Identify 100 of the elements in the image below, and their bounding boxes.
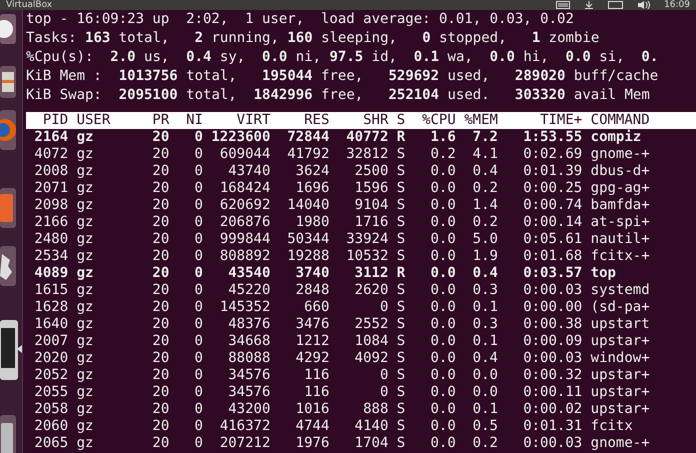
table-cell-text: S <box>396 214 406 231</box>
table-cell-text: 0:00.14 <box>522 214 582 231</box>
summary-line: Tasks: 163 total, 2 running, 160 sleeping, 0 stopped, 1 zombie <box>26 29 600 48</box>
table-cell-text: upstar+ <box>590 384 650 401</box>
table-cell-text: R <box>396 129 406 146</box>
table-cell-text: 0:00.03 <box>522 435 582 452</box>
table-cell-text: 4140 <box>354 418 388 435</box>
table-cell-text: 4089 <box>33 265 68 282</box>
table-cell-text: 0.3 <box>472 282 498 299</box>
table-cell-text: 43540 <box>227 265 270 282</box>
table-cell-text: 43200 <box>227 401 270 418</box>
table-cell-text: 88088 <box>227 350 270 367</box>
table-cell-text: 48376 <box>227 316 270 333</box>
table-cell-text: S <box>396 248 406 265</box>
table-cell-text: 0 <box>194 333 203 350</box>
table-cell-text: 20 <box>151 231 170 248</box>
table-cell-text: 0:01.31 <box>522 418 582 435</box>
table-cell-text: gz <box>76 316 94 333</box>
table-cell-text: 7.2 <box>472 129 498 146</box>
table-cell-text: nautil+ <box>590 231 650 248</box>
table-cell-text: 0.0 <box>430 231 456 248</box>
trash-icon[interactable] <box>0 415 16 453</box>
column-header[interactable]: USER <box>68 112 144 129</box>
table-cell-text: 2060 <box>33 418 68 435</box>
table-cell-text: 20 <box>151 282 170 299</box>
table-cell-text: 0 <box>194 299 203 316</box>
table-cell-text: 0 <box>194 435 203 452</box>
table-cell-text: 2007 <box>33 333 68 350</box>
window-title: VirtualBox <box>6 0 52 10</box>
table-cell-text: 5.0 <box>472 231 498 248</box>
table-cell-text: 1:53.55 <box>522 129 582 146</box>
table-cell-text: 0.0 <box>430 214 456 231</box>
table-cell-text: 3112 <box>354 265 388 282</box>
column-header[interactable]: VIRT <box>202 112 270 129</box>
table-cell-text: gz <box>76 180 94 197</box>
column-header[interactable]: NI <box>169 112 203 129</box>
table-cell-text: 0:05.61 <box>522 231 582 248</box>
table-cell-text: 0 <box>194 350 203 367</box>
download-arrow-icon[interactable] <box>584 1 594 9</box>
table-cell-text: 0 <box>194 248 203 265</box>
table-cell-text: 0 <box>194 231 203 248</box>
table-cell-text: S <box>396 146 406 163</box>
table-cell-text: 0 <box>194 316 203 333</box>
table-cell-text: 0.3 <box>472 316 498 333</box>
column-header[interactable]: COMMAND <box>582 112 650 129</box>
table-cell-text: 20 <box>151 129 170 146</box>
table-cell-text: gz <box>76 299 94 316</box>
table-cell-text: 660 <box>303 299 330 316</box>
table-cell-text: 34576 <box>227 367 270 384</box>
table-cell-text: 2166 <box>33 214 68 231</box>
table-cell-text: 0.1 <box>472 299 498 316</box>
table-cell-text: gz <box>76 350 94 367</box>
table-cell-text: 0:01.39 <box>522 163 582 180</box>
column-header[interactable]: RES <box>270 112 330 129</box>
column-header[interactable]: PID <box>26 112 68 129</box>
table-cell-text: 34668 <box>227 333 270 350</box>
table-cell-text: 0.5 <box>472 418 498 435</box>
table-cell-text: 207212 <box>218 435 270 452</box>
table-cell-text: 2052 <box>33 367 68 384</box>
table-cell-text: 0:00.25 <box>522 180 582 197</box>
table-cell-text: S <box>396 316 406 333</box>
terminal-icon[interactable] <box>0 320 18 380</box>
table-cell-text: 2065 <box>33 435 68 452</box>
table-cell-text: 2055 <box>33 384 68 401</box>
table-cell-text: 0 <box>194 197 203 214</box>
table-cell-text: at-spi+ <box>590 214 650 231</box>
table-cell-text: 1212 <box>294 333 330 350</box>
table-cell-text: 0.0 <box>430 418 456 435</box>
table-cell-text: 0.1 <box>472 333 498 350</box>
table-cell-text: gz <box>76 333 94 350</box>
table-cell-text: 0 <box>194 418 203 435</box>
table-cell-text: 2552 <box>354 316 388 333</box>
table-cell-text: 0:00.00 <box>522 299 582 316</box>
table-cell-text: 0:00.03 <box>522 350 582 367</box>
table-cell-text: gz <box>76 231 94 248</box>
table-cell-text: 0 <box>378 367 388 384</box>
table-cell-text: 0 <box>194 384 203 401</box>
table-cell-text: S <box>396 435 406 452</box>
clock[interactable]: 16:09 <box>664 0 690 10</box>
table-cell-text: gz <box>76 367 94 384</box>
table-cell-text: 0:02.69 <box>522 146 582 163</box>
speaker-icon[interactable] <box>638 1 650 9</box>
table-cell-text: 20 <box>151 299 170 316</box>
column-header[interactable]: S <box>388 112 406 129</box>
table-cell-text: 4744 <box>294 418 330 435</box>
column-header[interactable]: PR <box>144 112 170 129</box>
column-header[interactable]: %MEM <box>456 112 498 129</box>
table-cell-text: 0:00.38 <box>522 316 582 333</box>
table-cell-text: 0.0 <box>472 367 498 384</box>
table-cell-text: 0 <box>378 384 388 401</box>
table-cell-text: 416372 <box>218 418 270 435</box>
table-cell-text: 20 <box>151 384 170 401</box>
column-header[interactable]: TIME+ <box>498 112 582 129</box>
table-cell-text: 0 <box>194 282 203 299</box>
table-cell-text: upstar+ <box>590 333 650 350</box>
table-cell-text: S <box>396 163 406 180</box>
table-cell-text: 1016 <box>294 401 330 418</box>
column-header[interactable]: %CPU <box>405 112 456 129</box>
column-header[interactable]: SHR <box>329 112 388 129</box>
table-cell-text: gz <box>76 418 94 435</box>
